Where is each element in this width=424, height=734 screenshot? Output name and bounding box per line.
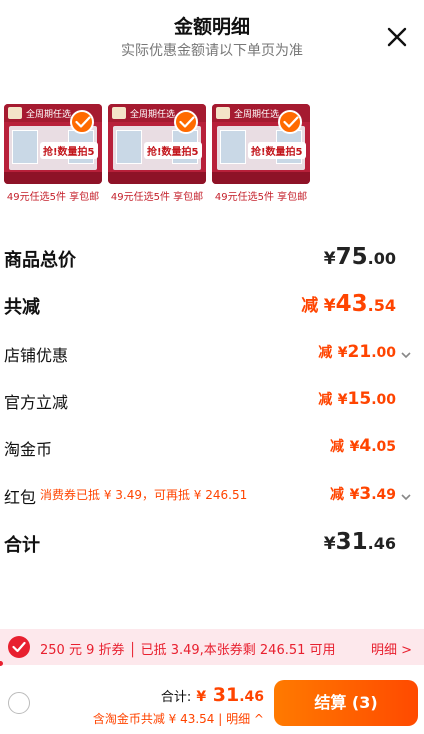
shop-discount-label: 店铺优惠 — [4, 346, 69, 365]
taojinbi-value: 减 ¥4.05 — [330, 436, 396, 456]
checkout-discount-detail[interactable]: 含淘金币共减 ¥ 43.54 | 明细 ^ — [93, 710, 264, 727]
shop-discount-row[interactable]: 店铺优惠 减 ¥21.00 — [4, 342, 412, 376]
checkout-bar: 合计: ¥ 31.46 含淘金币共减 ¥ 43.54 | 明细 ^ 结算 (3) — [0, 670, 424, 734]
grand-total-value: ¥31.46 — [323, 529, 396, 555]
product-caption: 49元任选5件 享包邮 — [6, 192, 100, 203]
close-icon[interactable] — [384, 24, 410, 50]
brand-logo — [8, 107, 22, 119]
red-packet-row[interactable]: 红包 消费券已抵 ¥ 3.49，可再抵 ¥ 246.51 减 ¥3.49 — [4, 484, 412, 518]
product-item[interactable]: 全周期任选 抢!数量拍5 49元任选5件 享包邮 — [108, 104, 206, 203]
coupon-banner[interactable]: 250 元 9 折券 │ 已抵 3.49,本张券剩 246.51 可用 明细 > — [0, 629, 424, 665]
brand-logo — [216, 107, 230, 119]
grand-total-label: 合计 — [4, 535, 40, 556]
official-discount-row: 官方立减 减 ¥15.00 — [4, 389, 412, 423]
chevron-down-icon[interactable] — [400, 488, 412, 501]
checkout-total: 合计: ¥ 31.46 — [160, 684, 264, 706]
check-circle-icon[interactable] — [8, 636, 30, 658]
taojinbi-row: 淘金币 减 ¥4.05 — [4, 436, 412, 470]
product-sticker: 抢!数量拍5 — [248, 142, 306, 159]
checkout-button[interactable]: 结算 (3) — [274, 680, 418, 726]
product-caption: 49元任选5件 享包邮 — [214, 192, 308, 203]
checkmark-icon[interactable] — [278, 110, 302, 134]
taojinbi-label: 淘金币 — [4, 440, 53, 459]
shop-discount-value: 减 ¥21.00 — [318, 342, 396, 362]
goods-total-value: ¥75.00 — [323, 244, 396, 270]
checkmark-icon[interactable] — [70, 110, 94, 134]
official-discount-value: 减 ¥15.00 — [318, 389, 396, 409]
goods-total-label: 商品总价 — [4, 250, 76, 271]
sheet-title: 金额明细 — [173, 16, 250, 38]
product-image: 全周期任选 抢!数量拍5 — [108, 104, 206, 184]
product-item[interactable]: 全周期任选 抢!数量拍5 49元任选5件 享包邮 — [4, 104, 102, 203]
indicator-dot — [0, 661, 3, 666]
red-packet-value: 减 ¥3.49 — [330, 484, 396, 504]
product-sticker: 抢!数量拍5 — [144, 142, 202, 159]
select-all-radio[interactable] — [8, 692, 30, 714]
coupon-detail-link[interactable]: 明细 > — [371, 639, 412, 658]
total-discount-value: 减 ¥43.54 — [301, 291, 396, 317]
total-discount-label: 共减 — [4, 297, 40, 318]
checkmark-icon[interactable] — [174, 110, 198, 134]
product-item[interactable]: 全周期任选 抢!数量拍5 49元任选5件 享包邮 — [212, 104, 310, 203]
grand-total-row: 合计 ¥31.46 — [4, 529, 412, 565]
red-packet-label: 红包 — [4, 488, 37, 507]
product-sticker: 抢!数量拍5 — [40, 142, 98, 159]
product-image: 全周期任选 抢!数量拍5 — [212, 104, 310, 184]
product-caption: 49元任选5件 享包邮 — [110, 192, 204, 203]
sheet-subtitle: 实际优惠金额请以下单页为准 — [121, 43, 303, 59]
total-discount-row: 共减 减 ¥43.54 — [4, 291, 412, 327]
goods-total-row: 商品总价 ¥75.00 — [4, 244, 412, 280]
red-packet-note: 消费券已抵 ¥ 3.49，可再抵 ¥ 246.51 — [40, 488, 248, 502]
brand-logo — [112, 107, 126, 119]
official-discount-label: 官方立减 — [4, 393, 69, 412]
chevron-down-icon[interactable] — [400, 346, 412, 359]
coupon-text: 250 元 9 折券 │ 已抵 3.49,本张券剩 246.51 可用 — [40, 643, 336, 658]
sheet-header: 金额明细 实际优惠金额请以下单页为准 — [0, 0, 424, 70]
product-image: 全周期任选 抢!数量拍5 — [4, 104, 102, 184]
